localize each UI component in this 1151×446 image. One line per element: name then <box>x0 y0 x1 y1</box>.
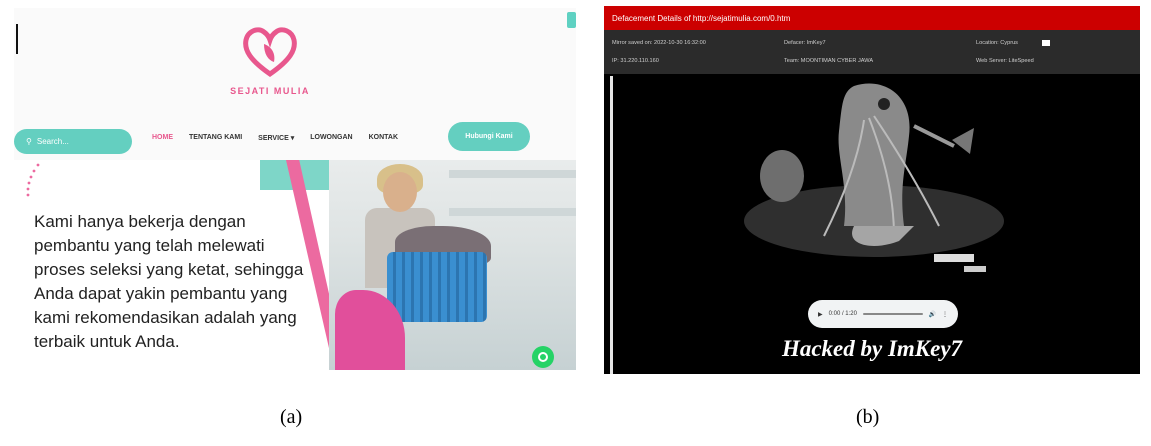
audio-player[interactable]: ▶ 0:00 / 1:20 🔊 ⋮ <box>808 300 958 328</box>
caption-a: (a) <box>280 406 303 428</box>
search-input[interactable]: ⚲ Search... <box>14 129 132 154</box>
audio-time: 0:00 / 1:20 <box>828 311 857 317</box>
defacement-info-bar: Mirror saved on: 2022-10-30 16:32:00 IP:… <box>604 30 1140 74</box>
panel-a-website-screenshot: SEJATI MULIA ⚲ Search... HOME TENTANG KA… <box>14 8 576 370</box>
main-nav: HOME TENTANG KAMI SERVICE ▾ LOWONGAN KON… <box>152 134 398 142</box>
search-icon: ⚲ <box>26 137 32 146</box>
mirror-saved-text: Mirror saved on: 2022-10-30 16:32:00 <box>612 40 706 46</box>
more-options-icon[interactable]: ⋮ <box>942 311 948 318</box>
heart-logo-icon <box>243 27 297 78</box>
hero-section: Kami hanya bekerja dengan pembantu yang … <box>14 160 576 370</box>
ip-text: IP: 31.220.110.160 <box>612 58 659 64</box>
laundry-basket <box>387 252 487 322</box>
play-icon[interactable]: ▶ <box>818 311 823 318</box>
hero-text: Kami hanya bekerja dengan pembantu yang … <box>34 212 304 351</box>
brand-name: SEJATI MULIA <box>230 86 310 96</box>
contact-us-button[interactable]: Hubungi Kami <box>448 122 530 151</box>
text-cursor <box>16 24 18 54</box>
nav-home[interactable]: HOME <box>152 134 173 142</box>
caption-b: (b) <box>856 406 880 428</box>
woman-head <box>383 172 417 212</box>
corner-badge[interactable] <box>567 12 576 28</box>
whatsapp-icon[interactable] <box>532 346 554 368</box>
frame-edge <box>610 76 613 374</box>
defacer-text: Defacer: ImKey7 <box>784 40 826 46</box>
dotted-arc-decoration <box>26 163 40 197</box>
team-text: Team: MOONTIMAN CYBER JAWA <box>784 58 874 64</box>
shelf <box>449 208 576 216</box>
nav-tentang-kami[interactable]: TENTANG KAMI <box>189 134 242 142</box>
shelf <box>449 170 576 178</box>
audio-progress-track[interactable] <box>862 313 923 315</box>
search-placeholder: Search... <box>36 137 69 146</box>
nav-lowongan[interactable]: LOWONGAN <box>310 134 352 142</box>
volume-icon[interactable]: 🔊 <box>929 311 936 318</box>
panel-b-defacement-screenshot: Defacement Details of http://sejatimulia… <box>604 6 1140 374</box>
laundry-photo <box>329 160 576 370</box>
flag-icon <box>1042 40 1050 46</box>
nav-service[interactable]: SERVICE ▾ <box>258 134 294 142</box>
hacked-by-text: Hacked by ImKey7 <box>781 336 963 361</box>
nav-kontak[interactable]: KONTAK <box>369 134 398 142</box>
defacement-title: Defacement Details of http://sejatimulia… <box>612 13 791 23</box>
location-text: Location: Cyprus <box>976 40 1018 46</box>
defacement-artwork <box>744 83 1004 272</box>
defacement-title-bar: Defacement Details of http://sejatimulia… <box>604 6 1140 30</box>
web-server-text: Web Server: LiteSpeed <box>976 58 1034 64</box>
